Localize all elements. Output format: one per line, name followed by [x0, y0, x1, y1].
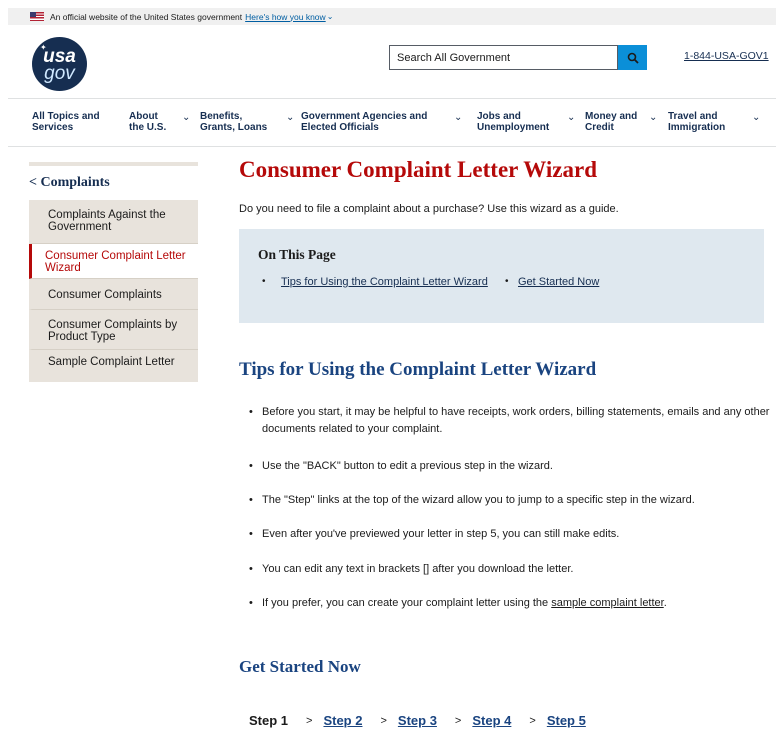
sample-complaint-letter-link[interactable]: sample complaint letter	[551, 597, 664, 609]
nav-label-line: Benefits,	[200, 111, 243, 122]
nav-label-line: Credit	[585, 122, 614, 133]
tip-item: Before you start, it may be helpful to h…	[249, 404, 770, 438]
nav-item-money[interactable]: Money and Credit	[585, 111, 637, 133]
sidebar: < Complaints Complaints Against the Gove…	[29, 162, 198, 382]
nav-label-line: Jobs and	[477, 111, 521, 122]
step-separator: >	[529, 714, 536, 727]
search-icon	[627, 52, 639, 64]
nav-item-government-agencies[interactable]: Government Agencies and Elected Official…	[301, 111, 427, 133]
us-flag-icon	[30, 12, 44, 21]
tip-text-end: .	[663, 597, 667, 609]
page-title: Consumer Complaint Letter Wizard	[239, 157, 597, 182]
get-started-heading: Get Started Now	[239, 657, 361, 676]
step-link-5[interactable]: Step 5	[547, 713, 586, 728]
step-link-4[interactable]: Step 4	[472, 713, 511, 728]
gov-banner: An official website of the United States…	[8, 8, 776, 25]
tip-item: If you prefer, you can create your compl…	[249, 595, 770, 612]
tip-item: Even after you've previewed your letter …	[249, 526, 770, 543]
chevron-down-icon[interactable]: ⌄	[327, 12, 334, 21]
nav-label-line: Services	[32, 122, 74, 133]
chevron-down-icon[interactable]: ⌄	[752, 112, 760, 123]
on-this-page-title: On This Page	[258, 247, 336, 262]
step-separator: >	[306, 714, 313, 727]
sidebar-item-consumer-complaint-letter-wizard[interactable]: Consumer Complaint Letter Wizard	[29, 244, 198, 279]
search-input[interactable]: Search All Government	[389, 45, 618, 70]
sidebar-item-sample-complaint-letter[interactable]: Sample Complaint Letter	[29, 350, 198, 382]
bullet-icon: •	[262, 276, 266, 287]
nav-label-line: Travel and	[668, 111, 718, 122]
sidebar-list: Complaints Against the Government Consum…	[29, 200, 198, 382]
tip-item: You can edit any text in brackets [] aft…	[249, 561, 770, 578]
bullet-icon: •	[505, 276, 509, 287]
step-separator: >	[454, 714, 462, 727]
tip-text: If you prefer, you can create your compl…	[262, 597, 552, 609]
nav-label-line: All Topics and	[32, 111, 100, 122]
nav-label-line: Unemployment	[477, 122, 550, 133]
step-navigation: Step 1 > Step 2 > Step 3 > Step 4 > Step…	[249, 713, 586, 728]
nav-label-line: About	[129, 111, 158, 122]
nav-item-benefits[interactable]: Benefits, Grants, Loans	[200, 111, 267, 133]
otp-link-get-started[interactable]: Get Started Now	[518, 276, 599, 289]
step-link-2[interactable]: Step 2	[323, 713, 362, 728]
nav-label-line: Immigration	[668, 122, 726, 133]
gov-banner-text: An official website of the United States…	[50, 11, 243, 22]
usagov-logo[interactable]: ✦ usa gov	[32, 37, 87, 91]
sidebar-item-complaints-against-government[interactable]: Complaints Against the Government	[29, 200, 198, 244]
nav-label-line: Government Agencies and	[301, 111, 428, 122]
otp-link-tips[interactable]: Tips for Using the Complaint Letter Wiza…	[281, 276, 496, 289]
step-link-3[interactable]: Step 3	[398, 713, 437, 728]
chevron-down-icon[interactable]: ⌄	[454, 112, 462, 123]
on-this-page-box: On This Page • Tips for Using the Compla…	[239, 229, 764, 323]
tip-item: The "Step" links at the top of the wizar…	[249, 492, 770, 509]
step-separator: >	[380, 714, 387, 727]
nav-label-line: Money and	[585, 111, 638, 122]
step-current: Step 1	[249, 713, 289, 728]
sidebar-heading-complaints[interactable]: < Complaints	[29, 166, 198, 200]
tip-item: Use the "BACK" button to edit a previous…	[249, 458, 770, 475]
nav-item-about[interactable]: About the U.S.	[129, 111, 166, 133]
nav-label-line: the U.S.	[129, 122, 167, 133]
intro-text: Do you need to file a complaint about a …	[239, 203, 619, 215]
heres-how-you-know-link[interactable]: Here's how you know	[245, 12, 326, 22]
search-input-text: Search All Government	[397, 51, 511, 64]
chevron-down-icon[interactable]: ⌄	[567, 112, 575, 123]
nav-label-line: Grants, Loans	[200, 122, 268, 133]
sidebar-item-consumer-complaints[interactable]: Consumer Complaints	[29, 279, 198, 310]
nav-item-travel[interactable]: Travel and Immigration	[668, 111, 725, 133]
chevron-down-icon[interactable]: ⌄	[286, 112, 294, 123]
chevron-down-icon[interactable]: ⌄	[649, 112, 657, 123]
phone-link[interactable]: 1-844-USA-GOV1	[684, 50, 769, 62]
chevron-down-icon[interactable]: ⌄	[182, 112, 190, 123]
nav-item-jobs[interactable]: Jobs and Unemployment	[477, 111, 549, 133]
main-nav: All Topics and Services About the U.S. ⌄…	[8, 98, 776, 147]
search-button[interactable]	[618, 45, 647, 70]
nav-item-all-topics[interactable]: All Topics and Services	[32, 111, 100, 133]
tips-heading: Tips for Using the Complaint Letter Wiza…	[239, 359, 597, 380]
nav-label-line: Elected Officials	[301, 122, 379, 133]
logo-line-2: gov	[44, 63, 75, 84]
sidebar-item-consumer-complaints-by-product[interactable]: Consumer Complaints by Product Type	[29, 310, 198, 350]
